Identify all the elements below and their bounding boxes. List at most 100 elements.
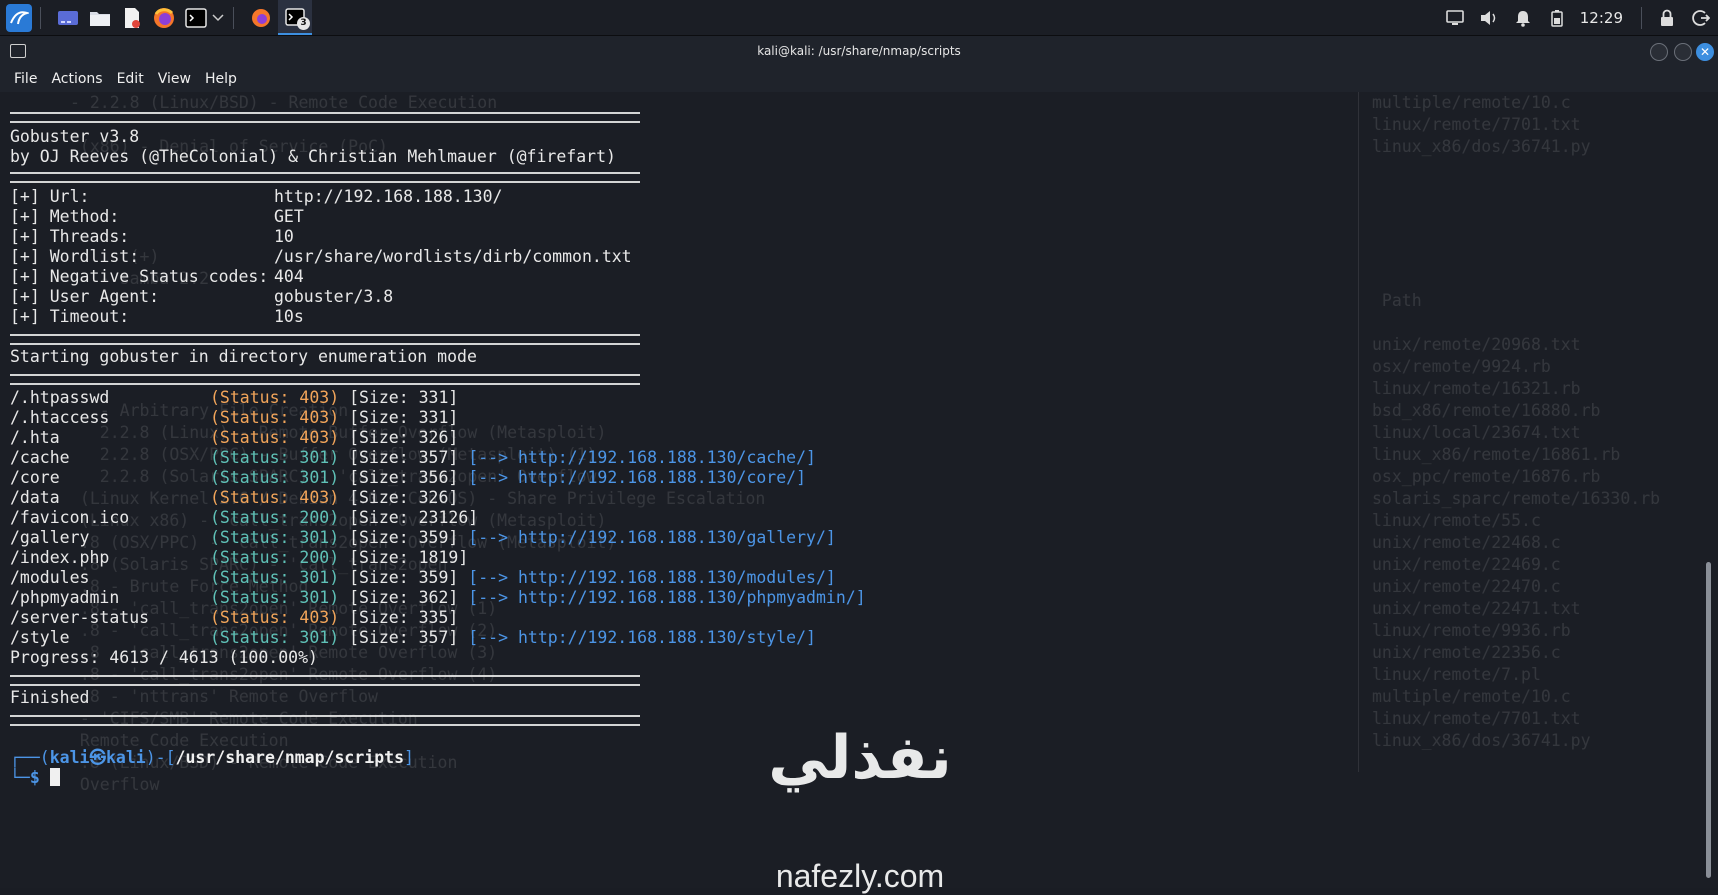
separator-rule [10, 172, 640, 183]
logout-icon[interactable] [1691, 8, 1711, 28]
result-size: [Size: 326] [339, 488, 459, 507]
result-status: (Status: 200) [210, 508, 340, 527]
menu-help[interactable]: Help [205, 71, 237, 87]
ghost-line: multiple/remote/10.c [1372, 93, 1571, 112]
battery-icon[interactable] [1547, 8, 1567, 28]
separator-rule [10, 715, 640, 726]
result-row: /data (Status: 403) [Size: 326] [10, 487, 458, 509]
result-path: /gallery [10, 528, 90, 547]
config-row: [+] Timeout: 10s [10, 306, 304, 328]
terminal-icon[interactable] [183, 5, 209, 31]
progress-line: Progress: 4613 / 4613 (100.00%) [10, 648, 318, 667]
prompt-line-1: ┌──(kali㉿kali)-[/usr/share/nmap/scripts] [10, 748, 414, 767]
ghost-line: osx_ppc/remote/16876.rb [1372, 467, 1601, 486]
result-path: /.htaccess [10, 408, 110, 427]
result-path: /phpmyadmin [10, 588, 120, 607]
result-size: [Size: 331] [339, 408, 459, 427]
ghost-line: solaris_sparc/remote/16330.rb [1372, 489, 1661, 508]
close-button[interactable]: ✕ [1696, 43, 1714, 61]
result-redirect[interactable]: [--> http://192.168.188.130/style/] [458, 628, 816, 647]
ghost-line [1372, 202, 1660, 224]
ghost-line: unix/remote/22470.c [1372, 577, 1561, 596]
config-row: [+] Wordlist: /usr/share/wordlists/dirb/c… [10, 246, 632, 268]
file-manager-icon[interactable] [87, 5, 113, 31]
maximize-button[interactable] [1674, 43, 1692, 61]
config-value: 10 [274, 227, 294, 246]
result-size: [Size: 331] [339, 388, 459, 407]
result-path: /.htpasswd [10, 388, 110, 407]
window-title: kali@kali: /usr/share/nmap/scripts [757, 44, 961, 58]
start-message: Starting gobuster in directory enumerati… [10, 347, 477, 366]
result-path: /core [10, 468, 60, 487]
ghost-line [1372, 180, 1660, 202]
ghost-line [1372, 158, 1660, 180]
panel-separator [40, 6, 41, 29]
result-redirect[interactable]: [--> http://192.168.188.130/core/] [458, 468, 806, 487]
result-status: (Status: 301) [210, 528, 340, 547]
result-size: [Size: 356] [339, 468, 459, 487]
window-titlebar[interactable]: kali@kali: /usr/share/nmap/scripts ✕ [0, 36, 1718, 66]
notification-bell-icon[interactable] [1513, 8, 1533, 28]
result-status: (Status: 301) [210, 628, 340, 647]
minimize-button[interactable] [1650, 43, 1668, 61]
finished-line: Finished [10, 688, 90, 707]
result-status: (Status: 403) [210, 388, 340, 407]
result-redirect[interactable]: [--> http://192.168.188.130/gallery/] [458, 528, 836, 547]
display-icon[interactable] [1445, 8, 1465, 28]
config-value: /usr/share/wordlists/dirb/common.txt [274, 247, 632, 266]
result-status: (Status: 403) [210, 408, 340, 427]
terminal-task-button[interactable]: 3 [278, 0, 312, 35]
config-key: [+] Url: [10, 187, 90, 206]
clock[interactable]: 12:29 [1580, 9, 1623, 27]
ghost-line: bsd_x86/remote/16880.rb [1372, 401, 1601, 420]
result-size: [Size: 357] [339, 448, 459, 467]
scrollbar-thumb[interactable] [1706, 562, 1711, 878]
config-value: 10s [274, 307, 304, 326]
menu-file[interactable]: File [14, 71, 37, 87]
result-status: (Status: 403) [210, 488, 340, 507]
prompt-symbol: $ [29, 768, 40, 787]
menu-edit[interactable]: Edit [117, 71, 144, 87]
config-row: [+] Threads: 10 [10, 226, 294, 248]
terminal-scrollbar[interactable] [1700, 92, 1718, 888]
text-editor-icon[interactable] [119, 5, 145, 31]
result-status: (Status: 301) [210, 588, 340, 607]
result-row: /favicon.ico (Status: 200) [Size: 23126] [10, 507, 478, 529]
result-redirect[interactable]: [--> http://192.168.188.130/phpmyadmin/] [458, 588, 865, 607]
ghost-line: linux/remote/7.pl [1372, 665, 1541, 684]
config-key: [+] User Agent: [10, 287, 160, 306]
ghost-line: linux/local/23674.txt [1372, 423, 1581, 442]
result-row: /index.php (Status: 200) [Size: 1819] [10, 547, 468, 569]
watermark-arabic: نفذلي [768, 723, 952, 793]
kali-menu-icon[interactable] [6, 3, 32, 32]
config-value: 404 [274, 267, 304, 286]
config-key: [+] Timeout: [10, 307, 130, 326]
prompt-line-2[interactable]: └─$ [10, 767, 60, 789]
ghost-line: linux/remote/16321.rb [1372, 379, 1581, 398]
menu-bar: File Actions Edit View Help [0, 66, 1718, 92]
separator-rule [10, 675, 640, 686]
result-redirect[interactable]: [--> http://192.168.188.130/cache/] [458, 448, 816, 467]
firefox-task-icon[interactable] [248, 5, 274, 31]
config-row: [+] Url: http://192.168.188.130/ [10, 186, 502, 208]
result-redirect[interactable]: [--> http://192.168.188.130/modules/] [458, 568, 836, 587]
result-size: [Size: 23126] [339, 508, 479, 527]
lock-screen-icon[interactable] [1657, 8, 1677, 28]
config-key: [+] Method: [10, 207, 120, 226]
chevron-down-icon[interactable] [211, 5, 225, 31]
firefox-icon[interactable] [151, 5, 177, 31]
task-count-badge: 3 [297, 17, 310, 30]
show-desktop-icon[interactable] [55, 5, 81, 31]
ghost-line [1372, 224, 1660, 246]
menu-view[interactable]: View [158, 71, 191, 87]
result-status: (Status: 200) [210, 548, 340, 567]
result-size: [Size: 359] [339, 568, 459, 587]
ghost-line: Overflow [70, 775, 160, 794]
ghost-line: unix/remote/22356.c [1372, 643, 1561, 662]
prompt-user-host: kali㉿kali [49, 748, 146, 767]
volume-icon[interactable] [1479, 8, 1499, 28]
result-row: /core (Status: 301) [Size: 356] [--> http… [10, 467, 806, 489]
menu-actions[interactable]: Actions [51, 71, 102, 87]
result-path: /data [10, 488, 60, 507]
background-ghost-text-right: multiple/remote/10.c linux/remote/7701.tx… [1372, 92, 1660, 752]
